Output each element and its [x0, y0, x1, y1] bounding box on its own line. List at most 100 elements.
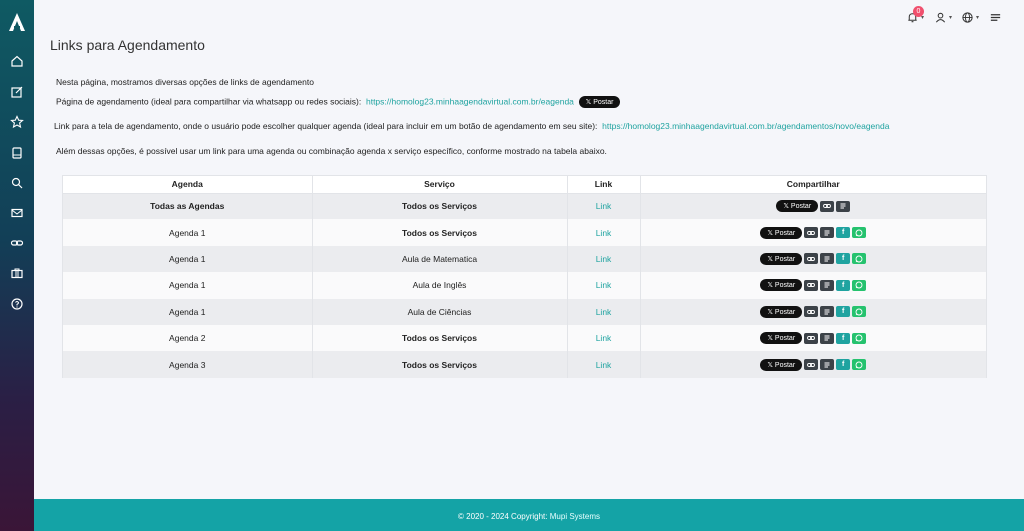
x-post-button[interactable]: 𝕏 Postar: [760, 305, 803, 318]
share-buttons: 𝕏 Postar f: [641, 305, 987, 318]
embed-code-icon[interactable]: [820, 359, 835, 371]
schedule-link[interactable]: Link: [596, 228, 612, 238]
language-globe-icon[interactable]: ▾: [961, 10, 979, 24]
embed-code-icon[interactable]: [820, 332, 835, 344]
scheduling-page-line: Página de agendamento (ideal para compar…: [56, 96, 621, 108]
servico-cell: Todos os Serviços: [312, 324, 568, 352]
star-icon[interactable]: [10, 115, 24, 129]
x-post-button[interactable]: 𝕏 Postar: [578, 96, 621, 108]
briefcase-icon[interactable]: [10, 266, 24, 280]
search-icon[interactable]: [10, 176, 24, 190]
copy-link-icon[interactable]: [804, 227, 819, 239]
app-logo-icon[interactable]: [8, 12, 26, 32]
agenda-cell: Agenda 3: [63, 351, 313, 378]
agenda-cell: Agenda 1: [63, 272, 313, 299]
embed-code-icon[interactable]: [820, 279, 835, 291]
scheduling-page-label: Página de agendamento (ideal para compar…: [56, 96, 362, 107]
schedule-link[interactable]: Link: [596, 333, 612, 343]
chevron-down-icon: ▾: [949, 14, 953, 21]
footer-brand-link[interactable]: Mupi Systems: [550, 512, 600, 521]
facebook-share-icon[interactable]: f: [836, 253, 851, 265]
chevron-down-icon: ▾: [976, 14, 980, 21]
intro-text: Nesta página, mostramos diversas opções …: [56, 77, 314, 87]
notification-count-badge: 0: [913, 6, 924, 17]
x-post-button[interactable]: 𝕏 Postar: [760, 358, 803, 371]
facebook-share-icon[interactable]: f: [836, 279, 851, 291]
whatsapp-share-icon[interactable]: [852, 279, 867, 291]
link-icon[interactable]: [10, 236, 24, 250]
agenda-cell: Todas as Agendas: [63, 193, 313, 220]
whatsapp-share-icon[interactable]: [852, 227, 867, 239]
servico-cell: Aula de Inglês: [312, 272, 568, 299]
schedule-link[interactable]: Link: [596, 280, 612, 290]
servico-cell: Todos os Serviços: [312, 351, 568, 378]
home-icon[interactable]: [10, 54, 24, 68]
agenda-cell: Agenda 2: [63, 324, 313, 352]
embed-code-icon[interactable]: [820, 306, 835, 318]
x-post-button[interactable]: 𝕏 Postar: [760, 279, 803, 292]
x-post-button[interactable]: 𝕏 Postar: [760, 252, 803, 265]
menu-lines-icon[interactable]: [989, 10, 1002, 24]
share-buttons: 𝕏 Postar f: [641, 226, 987, 239]
table-intro-text: Além dessas opções, é possível usar um l…: [56, 146, 607, 156]
schedule-link[interactable]: Link: [596, 307, 612, 317]
mail-icon[interactable]: [10, 206, 24, 220]
edit-icon[interactable]: [10, 85, 24, 99]
column-header-servico: Serviço: [312, 176, 568, 194]
share-buttons: 𝕏 Postar: [641, 200, 987, 213]
scheduling-screen-line: Link para a tela de agendamento, onde o …: [54, 121, 889, 131]
whatsapp-share-icon[interactable]: [852, 332, 867, 344]
table-row: Agenda 2 Todos os Serviços Link 𝕏 Postar…: [63, 324, 987, 352]
share-buttons: 𝕏 Postar f: [641, 332, 987, 345]
share-buttons: 𝕏 Postar f: [641, 279, 987, 292]
help-icon[interactable]: [10, 297, 24, 311]
links-table: Agenda Serviço Link Compartilhar Todas a…: [62, 175, 987, 378]
whatsapp-share-icon[interactable]: [852, 359, 867, 371]
table-row: Agenda 3 Todos os Serviços Link 𝕏 Postar…: [63, 351, 987, 378]
table-row: Todas as Agendas Todos os Serviços Link …: [63, 193, 987, 220]
copy-link-icon[interactable]: [804, 332, 819, 344]
table-header-row: Agenda Serviço Link Compartilhar: [63, 176, 986, 194]
x-post-button[interactable]: 𝕏 Postar: [776, 200, 819, 213]
copy-link-icon[interactable]: [804, 253, 819, 265]
facebook-share-icon[interactable]: f: [836, 332, 851, 344]
whatsapp-share-icon[interactable]: [852, 253, 867, 265]
column-header-link: Link: [567, 176, 641, 194]
whatsapp-share-icon[interactable]: [852, 306, 867, 318]
table-row: Agenda 1 Aula de Ciências Link 𝕏 Postar …: [63, 298, 987, 325]
copy-link-icon[interactable]: [820, 200, 835, 212]
servico-cell: Aula de Ciências: [312, 298, 568, 325]
schedule-link[interactable]: Link: [596, 201, 612, 211]
facebook-share-icon[interactable]: f: [836, 306, 851, 318]
page-title: Links para Agendamento: [50, 37, 205, 53]
user-menu-icon[interactable]: ▾: [934, 10, 952, 24]
servico-cell: Todos os Serviços: [312, 193, 568, 220]
column-header-agenda: Agenda: [63, 176, 313, 194]
agenda-cell: Agenda 1: [63, 298, 313, 325]
servico-cell: Todos os Serviços: [312, 219, 568, 246]
book-icon[interactable]: [10, 146, 24, 160]
column-header-compartilhar: Compartilhar: [640, 176, 986, 194]
embed-code-icon[interactable]: [820, 253, 835, 265]
schedule-link[interactable]: Link: [596, 254, 612, 264]
scheduling-screen-url-link[interactable]: https://homolog23.minhaagendavirtual.com…: [602, 121, 889, 131]
copy-link-icon[interactable]: [804, 279, 819, 291]
x-post-button[interactable]: 𝕏 Postar: [760, 332, 803, 345]
schedule-link[interactable]: Link: [596, 360, 612, 370]
table-row: Agenda 1 Todos os Serviços Link 𝕏 Postar…: [63, 219, 987, 246]
x-post-button[interactable]: 𝕏 Postar: [760, 226, 803, 239]
footer-copyright: © 2020 - 2024 Copyright:: [458, 512, 548, 521]
share-buttons: 𝕏 Postar f: [641, 252, 987, 265]
embed-code-icon[interactable]: [820, 227, 835, 239]
agenda-cell: Agenda 1: [63, 245, 313, 273]
footer: © 2020 - 2024 Copyright: Mupi Systems: [34, 499, 1024, 531]
table-row: Agenda 1 Aula de Inglês Link 𝕏 Postar f: [63, 272, 987, 299]
embed-code-icon[interactable]: [836, 200, 851, 212]
agenda-cell: Agenda 1: [63, 219, 313, 246]
facebook-share-icon[interactable]: f: [836, 227, 851, 239]
facebook-share-icon[interactable]: f: [836, 359, 851, 371]
share-buttons: 𝕏 Postar f: [641, 358, 987, 371]
copy-link-icon[interactable]: [804, 306, 819, 318]
copy-link-icon[interactable]: [804, 359, 819, 371]
scheduling-page-url-link[interactable]: https://homolog23.minhaagendavirtual.com…: [366, 96, 574, 106]
